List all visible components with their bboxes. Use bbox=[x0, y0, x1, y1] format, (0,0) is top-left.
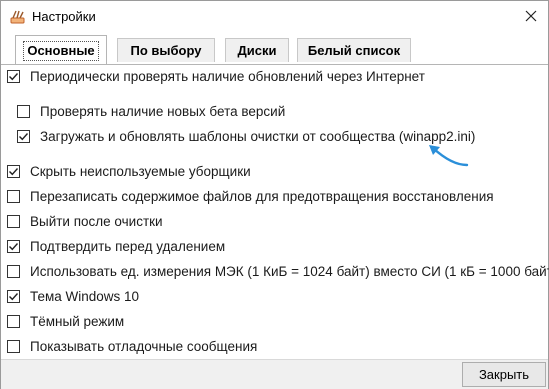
checkmark-icon bbox=[9, 167, 19, 175]
option-confirm-delete[interactable]: Подтвердить перед удалением bbox=[7, 237, 225, 255]
checkbox[interactable] bbox=[7, 69, 20, 83]
window-title: Настройки bbox=[32, 9, 96, 24]
checkbox[interactable] bbox=[7, 289, 20, 303]
checkbox[interactable] bbox=[17, 129, 30, 143]
checkmark-icon bbox=[9, 242, 19, 250]
option-label: Выйти после очистки bbox=[30, 213, 163, 229]
arrow-annotation-icon bbox=[429, 145, 469, 167]
checkmark-icon bbox=[9, 292, 19, 300]
option-windows10-theme[interactable]: Тема Windows 10 bbox=[7, 287, 139, 305]
checkbox[interactable] bbox=[7, 214, 20, 228]
option-label: Использовать ед. измерения МЭК (1 КиБ = … bbox=[30, 263, 549, 279]
option-community-templates[interactable]: Загружать и обновлять шаблоны очистки от… bbox=[17, 127, 475, 145]
option-beta-versions[interactable]: Проверять наличие новых бета версий bbox=[17, 102, 285, 120]
tab-drives[interactable]: Диски bbox=[225, 38, 289, 62]
option-hide-unused-cleaners[interactable]: Скрыть неиспользуемые уборщики bbox=[7, 162, 251, 180]
checkbox[interactable] bbox=[7, 264, 20, 278]
tab-label: По выбору bbox=[130, 43, 202, 58]
option-label: Показывать отладочные сообщения bbox=[30, 338, 258, 354]
option-exit-after-cleaning[interactable]: Выйти после очистки bbox=[7, 212, 163, 230]
option-label: Перезаписать содержимое файлов для предо… bbox=[30, 188, 494, 204]
checkbox[interactable] bbox=[7, 164, 20, 178]
option-label: Проверять наличие новых бета версий bbox=[40, 103, 286, 119]
option-label: Периодически проверять наличие обновлени… bbox=[30, 68, 425, 84]
option-label: Тема Windows 10 bbox=[30, 288, 140, 304]
checkbox[interactable] bbox=[7, 314, 20, 328]
title-bar: Настройки bbox=[1, 1, 548, 32]
option-debug-messages[interactable]: Показывать отладочные сообщения bbox=[7, 337, 257, 355]
option-dark-mode[interactable]: Тёмный режим bbox=[7, 312, 124, 330]
checkbox[interactable] bbox=[7, 239, 20, 253]
tab-label: Белый список bbox=[307, 43, 401, 58]
option-check-updates[interactable]: Периодически проверять наличие обновлени… bbox=[7, 67, 425, 85]
ccleaner-broom-icon bbox=[10, 10, 25, 24]
option-label: Подтвердить перед удалением bbox=[30, 238, 226, 254]
tab-label: Диски bbox=[237, 43, 277, 58]
option-label: Загружать и обновлять шаблоны очистки от… bbox=[40, 128, 476, 144]
close-button[interactable]: Закрыть bbox=[462, 362, 546, 387]
close-icon[interactable] bbox=[519, 4, 543, 28]
checkbox[interactable] bbox=[7, 339, 20, 353]
settings-panel: Периодически проверять наличие обновлени… bbox=[1, 64, 549, 359]
tab-custom[interactable]: По выбору bbox=[117, 38, 215, 62]
checkmark-icon bbox=[19, 132, 29, 140]
checkmark-icon bbox=[9, 72, 19, 80]
option-iec-units[interactable]: Использовать ед. измерения МЭК (1 КиБ = … bbox=[7, 262, 549, 280]
tab-whitelist[interactable]: Белый список bbox=[297, 38, 411, 62]
option-label: Скрыть неиспользуемые уборщики bbox=[30, 163, 251, 179]
checkbox[interactable] bbox=[7, 189, 20, 203]
settings-window: Настройки Основные По выбору Диски Белый… bbox=[0, 0, 549, 389]
option-label: Тёмный режим bbox=[30, 313, 125, 329]
checkbox[interactable] bbox=[17, 104, 30, 118]
tab-label: Основные bbox=[23, 41, 99, 61]
dialog-footer: Закрыть bbox=[1, 359, 548, 389]
tab-general[interactable]: Основные bbox=[15, 35, 107, 65]
option-overwrite-contents[interactable]: Перезаписать содержимое файлов для предо… bbox=[7, 187, 494, 205]
